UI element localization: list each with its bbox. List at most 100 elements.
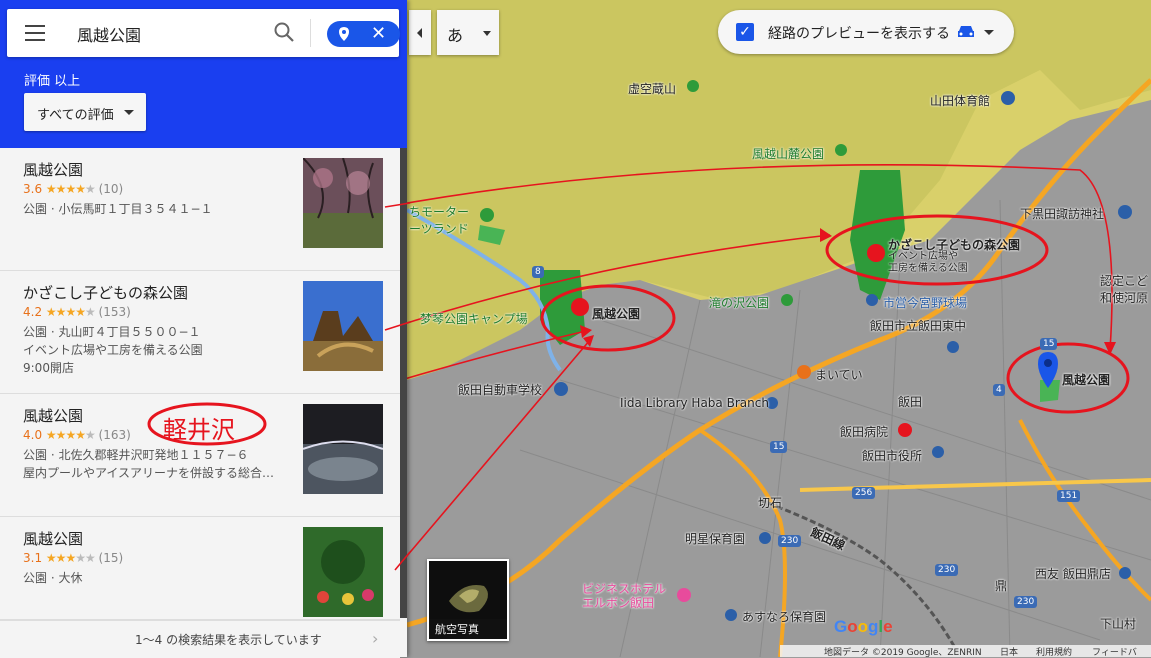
- results-panel: 風越公園 ✕ 評価 以上 すべての評価 風越公園 3.6 ★★★★★ (10) …: [0, 0, 407, 658]
- location-filter-chip[interactable]: ✕: [327, 21, 400, 47]
- route-shield: 230: [935, 564, 959, 576]
- ime-toggle-button[interactable]: あ: [437, 10, 499, 55]
- result-item[interactable]: 風越公園 3.6 ★★★★★ (10) 公園 · 小伝馬町１丁目３５４１−１: [0, 148, 400, 271]
- terms-link[interactable]: 利用規約: [1036, 645, 1072, 658]
- result-rating: 4.0 ★★★★★ (163): [23, 428, 131, 442]
- review-count[interactable]: (10): [99, 182, 124, 196]
- map-label-hotel[interactable]: ビジネスホテル エルボン飯田: [582, 582, 666, 610]
- annotation-karuizawa: 軽井沢: [163, 416, 235, 444]
- map-label-driving-school[interactable]: 飯田自動車学校: [458, 381, 542, 398]
- search-box[interactable]: 風越公園 ✕: [7, 9, 400, 57]
- results-count-text: 1〜4 の検索結果を表示しています: [135, 633, 322, 647]
- map-label-hospital[interactable]: 飯田病院: [840, 423, 888, 440]
- map-label-ninshiki[interactable]: 認定こど 和使河原: [1100, 272, 1148, 306]
- menu-icon[interactable]: [25, 25, 45, 41]
- map-label-nishitomo[interactable]: 西友 飯田鼎店: [1035, 565, 1111, 582]
- rating-filter-value: すべての評価: [37, 108, 114, 123]
- map-label-takinosawa[interactable]: 滝の沢公園: [709, 294, 769, 311]
- result-name[interactable]: 風越公園: [23, 405, 83, 426]
- results-footer: 1〜4 の検索結果を表示しています ›: [0, 620, 400, 658]
- route-shield: 230: [1014, 596, 1038, 608]
- map-label-library[interactable]: Iida Library Haba Branch: [620, 396, 769, 410]
- map-label-shimoyama[interactable]: 下山村: [1100, 615, 1136, 632]
- result-item[interactable]: かざこし子どもの森公園 4.2 ★★★★★ (153) 公園 · 丸山町４丁目５…: [0, 271, 400, 394]
- collapse-panel-button[interactable]: [409, 10, 431, 55]
- divider: [310, 19, 311, 47]
- map-label-shimokuroda[interactable]: 下黒田諏訪神社: [1020, 205, 1104, 222]
- result-rating: 4.2 ★★★★★ (153): [23, 305, 131, 319]
- search-icon[interactable]: [273, 21, 295, 43]
- map-label-camp[interactable]: 梦琴公園キャンプ場: [420, 310, 528, 327]
- review-count[interactable]: (163): [99, 428, 131, 442]
- result-name[interactable]: かざこし子どもの森公園: [23, 282, 188, 303]
- map-label-kokuzo[interactable]: 虚空蔵山: [628, 80, 676, 97]
- feedback-link[interactable]: フィードバ: [1092, 645, 1137, 658]
- route-shield: 256: [852, 487, 876, 499]
- result-description: イベント広場や工房を備える公園: [23, 343, 203, 357]
- google-logo: Google: [834, 617, 893, 636]
- star-rating-icon: ★★★★★: [45, 182, 96, 196]
- attribution-text: 地図データ ©2019 Google、ZENRIN: [824, 648, 982, 658]
- map-label-kazakoshi-sanroku[interactable]: 風越山麓公園: [752, 145, 824, 162]
- map-label-maitei[interactable]: まいてい: [815, 366, 863, 383]
- map-label-motor-land[interactable]: ちモーター ーツランド: [409, 203, 469, 237]
- review-count[interactable]: (15): [99, 551, 124, 565]
- result-detail: 公園 · 北佐久郡軽井沢町発地１１５７−６: [23, 448, 249, 462]
- attribution-bar: 地図データ ©2019 Google、ZENRIN 日本 利用規約 フィードバ: [780, 645, 1151, 658]
- map-label-kazakoshi-park[interactable]: 風越公園: [592, 305, 640, 322]
- aerial-view-button[interactable]: 航空写真: [427, 559, 509, 641]
- next-page-icon[interactable]: ›: [372, 629, 378, 648]
- map-label-yamada-gym[interactable]: 山田体育館: [930, 92, 990, 109]
- rating-value: 4.2: [23, 305, 43, 319]
- route-shield: 151: [1057, 490, 1081, 502]
- rating-filter-dropdown[interactable]: すべての評価: [24, 93, 146, 131]
- map-label-iida[interactable]: 飯田: [898, 393, 922, 410]
- result-name[interactable]: 風越公園: [23, 159, 83, 180]
- result-hours: 9:00開店: [23, 361, 74, 375]
- map-label-iida-higashi[interactable]: 飯田市立飯田東中: [870, 317, 966, 334]
- panel-header: 風越公園 ✕ 評価 以上 すべての評価: [0, 0, 407, 148]
- ime-label: あ: [447, 26, 464, 45]
- result-rating: 3.6 ★★★★★ (10): [23, 182, 123, 196]
- star-rating-icon: ★★★★★: [45, 551, 96, 565]
- route-preview-label: 経路のプレビューを表示する: [768, 26, 950, 42]
- map-label-kiriishi[interactable]: 切石: [758, 494, 782, 511]
- map-label-miyamiya[interactable]: 市営今宮野球場: [883, 294, 967, 311]
- route-shield: 15: [770, 441, 788, 453]
- result-photo[interactable]: [303, 527, 383, 617]
- map-label-asunaro[interactable]: あすなろ保育園: [742, 608, 826, 625]
- map-label-city-hall[interactable]: 飯田市役所: [862, 447, 922, 464]
- result-photo[interactable]: [303, 158, 383, 248]
- result-item[interactable]: 風越公園 3.1 ★★★★★ (15) 公園 · 大休: [0, 517, 400, 620]
- route-preview-toggle[interactable]: ✓ 経路のプレビューを表示する: [718, 10, 1014, 54]
- location-pin-icon: [339, 27, 349, 41]
- route-shield: 230: [778, 535, 802, 547]
- close-icon[interactable]: ✕: [371, 25, 386, 43]
- route-shield: 4: [993, 384, 1005, 396]
- check-icon[interactable]: ✓: [736, 23, 754, 41]
- route-shield: 15: [1040, 338, 1058, 350]
- result-detail: 公園 · 大休: [23, 571, 83, 585]
- results-scrollbar[interactable]: [400, 148, 407, 618]
- search-input[interactable]: 風越公園: [77, 22, 141, 46]
- result-detail: 公園 · 小伝馬町１丁目３５４１−１: [23, 202, 213, 216]
- car-icon: [958, 26, 974, 37]
- rating-value: 4.0: [23, 428, 43, 442]
- review-count[interactable]: (153): [99, 305, 131, 319]
- result-rating: 3.1 ★★★★★ (15): [23, 551, 123, 565]
- rating-value: 3.1: [23, 551, 43, 565]
- map-label-kazakoshi-pin[interactable]: 風越公園: [1062, 371, 1110, 388]
- rating-filter-label: 評価 以上: [24, 74, 81, 89]
- result-name[interactable]: 風越公園: [23, 528, 83, 549]
- star-rating-icon: ★★★★★: [45, 428, 96, 442]
- caret-down-icon: [124, 110, 134, 115]
- aerial-thumbnail: [429, 561, 507, 619]
- result-photo[interactable]: [303, 281, 383, 371]
- result-description: 屋内プールやアイスアリーナを併設する総合…: [23, 466, 275, 480]
- region-link[interactable]: 日本: [1000, 645, 1018, 658]
- result-photo[interactable]: [303, 404, 383, 494]
- map-label-kanae[interactable]: 鼎: [995, 577, 1007, 594]
- route-shield: 8: [532, 266, 544, 278]
- map-label-meisei[interactable]: 明星保育園: [685, 530, 745, 547]
- map-label-mori-sub: イベント広場や 工房を備える公園: [888, 251, 968, 274]
